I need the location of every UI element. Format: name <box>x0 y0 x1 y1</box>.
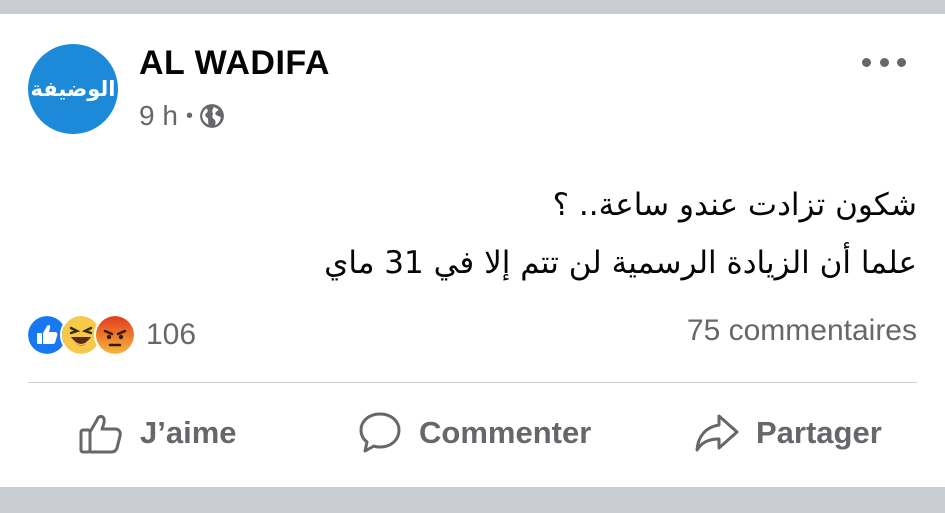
reaction-count: 106 <box>146 318 197 351</box>
post-card: الوضيفة AL WADIFA 9 h • شكون تزادت عندو … <box>0 14 945 487</box>
post-author[interactable]: AL WADIFA <box>139 44 330 83</box>
comments-count[interactable]: 75 commentaires <box>687 314 917 348</box>
comment-label: Commenter <box>419 415 592 450</box>
like-label: J’aime <box>140 415 237 450</box>
post-text: شكون تزادت عندو ساعة.. ؟ علما أن الزيادة… <box>324 176 917 292</box>
post-text-line: علما أن الزيادة الرسمية لن تتم إلا في 31… <box>324 245 917 281</box>
share-arrow-icon <box>695 414 739 452</box>
page-avatar[interactable]: الوضيفة <box>28 44 118 134</box>
comment-button[interactable]: Commenter <box>357 410 591 456</box>
comment-bubble-icon <box>359 412 401 453</box>
share-button[interactable]: Partager <box>694 410 882 456</box>
thumbs-up-icon <box>79 415 122 454</box>
avatar-logo-text: الوضيفة <box>30 77 116 101</box>
like-button[interactable]: J’aime <box>78 410 237 456</box>
more-options-icon[interactable] <box>862 50 906 74</box>
actions-divider <box>28 382 917 383</box>
post-meta: 9 h • <box>139 100 225 132</box>
post-text-line: شكون تزادت عندو ساعة.. ؟ <box>552 187 917 223</box>
meta-separator: • <box>185 104 193 127</box>
reactions-summary[interactable]: 106 <box>26 314 196 356</box>
more-dot <box>862 57 871 67</box>
angry-reaction-icon <box>94 314 136 356</box>
share-label: Partager <box>756 415 882 450</box>
more-dot <box>897 57 906 67</box>
more-dot <box>879 57 889 67</box>
post-time[interactable]: 9 h <box>139 100 178 132</box>
globe-icon[interactable] <box>199 103 225 129</box>
